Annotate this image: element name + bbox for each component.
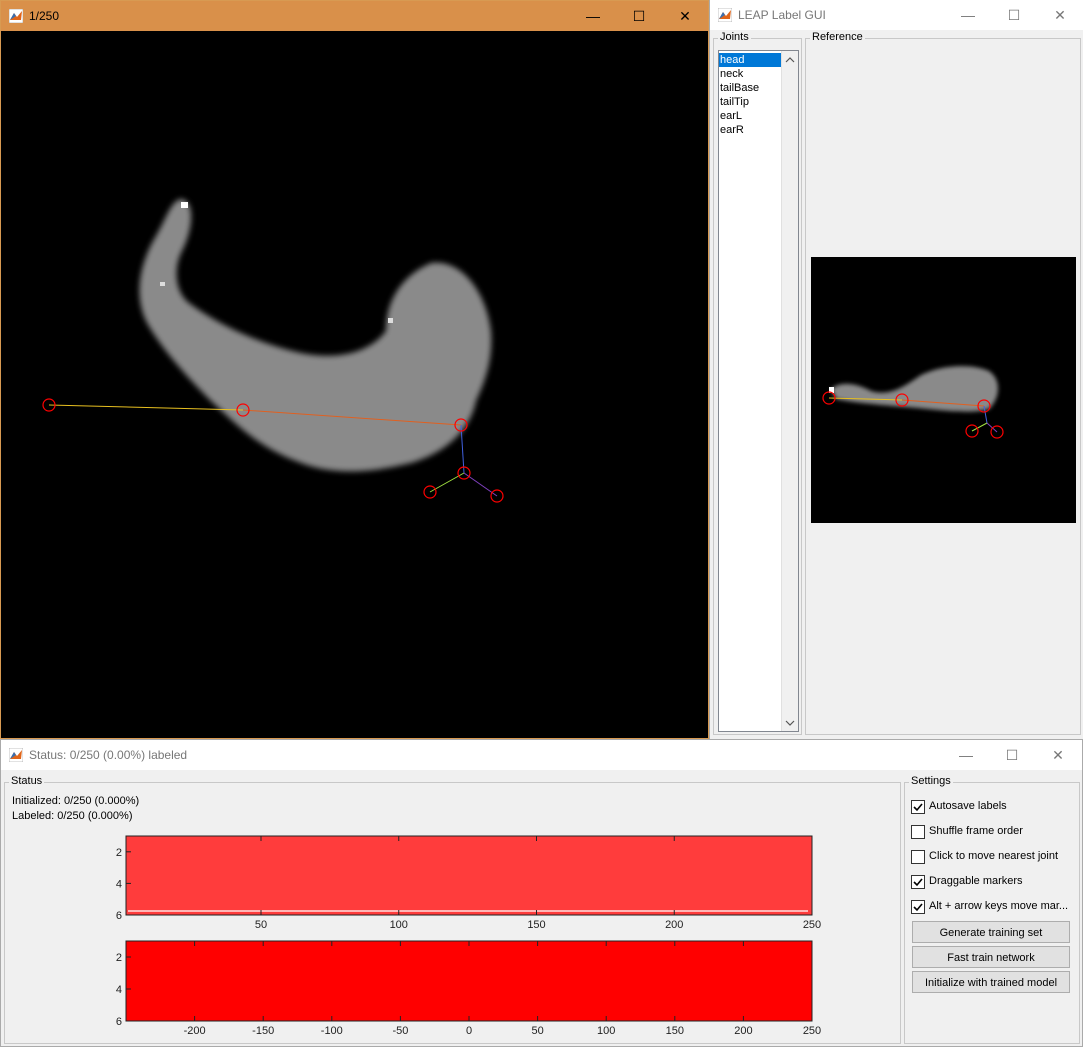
maximize-button[interactable]: ☐ (616, 1, 662, 31)
x-tick-label: 100 (597, 1025, 615, 1037)
x-tick-label: 150 (527, 919, 545, 931)
heatmap-area (125, 835, 813, 916)
leap-label-window: LEAP Label GUI — ☐ ✕ Joints head neck tail… (709, 0, 1083, 739)
x-tick-label: -150 (252, 1025, 274, 1037)
checkbox[interactable] (911, 850, 925, 864)
generate-training-set-button[interactable]: Generate training set (912, 921, 1070, 943)
checkmark-icon (913, 878, 923, 887)
initialized-text: Initialized: 0/250 (0.000%) (12, 795, 140, 807)
chevron-up-icon (785, 57, 795, 63)
close-button[interactable]: ✕ (662, 1, 708, 31)
checkbox[interactable] (911, 800, 925, 814)
checkbox[interactable] (911, 825, 925, 839)
checkbox-label: Click to move nearest joint (929, 850, 1058, 862)
settings-panel-title: Settings (909, 775, 953, 787)
frame-canvas[interactable] (1, 31, 708, 738)
x-tick-label: 0 (466, 1025, 472, 1037)
x-tick-label: 100 (390, 919, 408, 931)
y-tick-label: 6 (116, 910, 122, 922)
status-window: Status: 0/250 (0.00%) labeled — ☐ ✕ Stat… (0, 739, 1083, 1047)
minimize-button[interactable]: — (943, 740, 989, 770)
joints-listbox[interactable]: head neck tailBase tailTip earL earR (718, 50, 799, 732)
frame-window: 1/250 — ☐ ✕ (0, 0, 709, 739)
joints-panel-title: Joints (718, 31, 751, 43)
y-tick-label: 4 (116, 878, 122, 890)
x-tick-label: 200 (665, 919, 683, 931)
matlab-icon (718, 8, 732, 22)
settings-panel: Settings (904, 775, 1080, 1044)
x-tick-label: 150 (666, 1025, 684, 1037)
listbox-scrollbar[interactable] (781, 51, 798, 731)
fast-train-network-button[interactable]: Fast train network (912, 946, 1070, 968)
leap-titlebar[interactable]: LEAP Label GUI — ☐ ✕ (710, 0, 1083, 30)
status-charts: 50 100 150 200 250 2 4 6 -200 -150 -100 -50 0 50 100 15… (116, 835, 821, 1037)
checkbox[interactable] (911, 875, 925, 889)
mouse-highlight (160, 282, 165, 286)
reference-image (811, 257, 1076, 523)
x-tick-label: -50 (392, 1025, 408, 1037)
checkbox-label: Draggable markers (929, 875, 1023, 887)
heatmap-area (125, 940, 813, 1022)
labeled-text: Labeled: 0/250 (0.000%) (12, 810, 133, 822)
frame-titlebar[interactable]: 1/250 — ☐ ✕ (1, 1, 708, 31)
mouse-highlight (181, 202, 188, 208)
x-tick-label: 250 (803, 1025, 821, 1037)
close-button[interactable]: ✕ (1037, 0, 1083, 30)
matlab-icon (9, 748, 23, 762)
minimize-button[interactable]: — (570, 1, 616, 31)
reference-panel-title: Reference (810, 31, 865, 43)
leap-title: LEAP Label GUI (738, 8, 826, 22)
reference-panel: Reference (805, 31, 1081, 735)
y-tick-label: 4 (116, 984, 122, 996)
checkbox[interactable] (911, 900, 925, 914)
y-tick-label: 2 (116, 847, 122, 859)
chevron-down-icon (785, 720, 795, 726)
status-titlebar[interactable]: Status: 0/250 (0.00%) labeled — ☐ ✕ (1, 740, 1082, 770)
x-tick-label: 200 (734, 1025, 752, 1037)
y-tick-label: 6 (116, 1016, 122, 1028)
checkmark-icon (913, 903, 923, 912)
status-title: Status: 0/250 (0.00%) labeled (29, 748, 188, 762)
status-panel-title: Status (9, 775, 45, 787)
x-tick-label: -100 (321, 1025, 343, 1037)
close-button[interactable]: ✕ (1035, 740, 1081, 770)
checkmark-icon (913, 803, 923, 812)
maximize-button[interactable]: ☐ (991, 0, 1037, 30)
minimize-button[interactable]: — (945, 0, 991, 30)
scrollbar-arrows (785, 57, 795, 726)
x-tick-label: 50 (531, 1025, 543, 1037)
y-tick-label: 2 (116, 952, 122, 964)
x-tick-label: 50 (255, 919, 267, 931)
checkbox-label: Alt + arrow keys move mar... (929, 900, 1069, 912)
initialize-trained-model-button[interactable]: Initialize with trained model (912, 971, 1070, 993)
joints-panel: Joints head neck tailBase tailTip earL earR (713, 31, 802, 735)
checkbox-label: Shuffle frame order (929, 825, 1023, 837)
checkbox-label: Autosave labels (929, 800, 1007, 812)
mouse-highlight (388, 318, 393, 323)
x-tick-label: 250 (803, 919, 821, 931)
maximize-button[interactable]: ☐ (989, 740, 1035, 770)
frame-title: 1/250 (29, 9, 60, 23)
x-tick-label: -200 (184, 1025, 206, 1037)
matlab-icon (9, 9, 23, 23)
